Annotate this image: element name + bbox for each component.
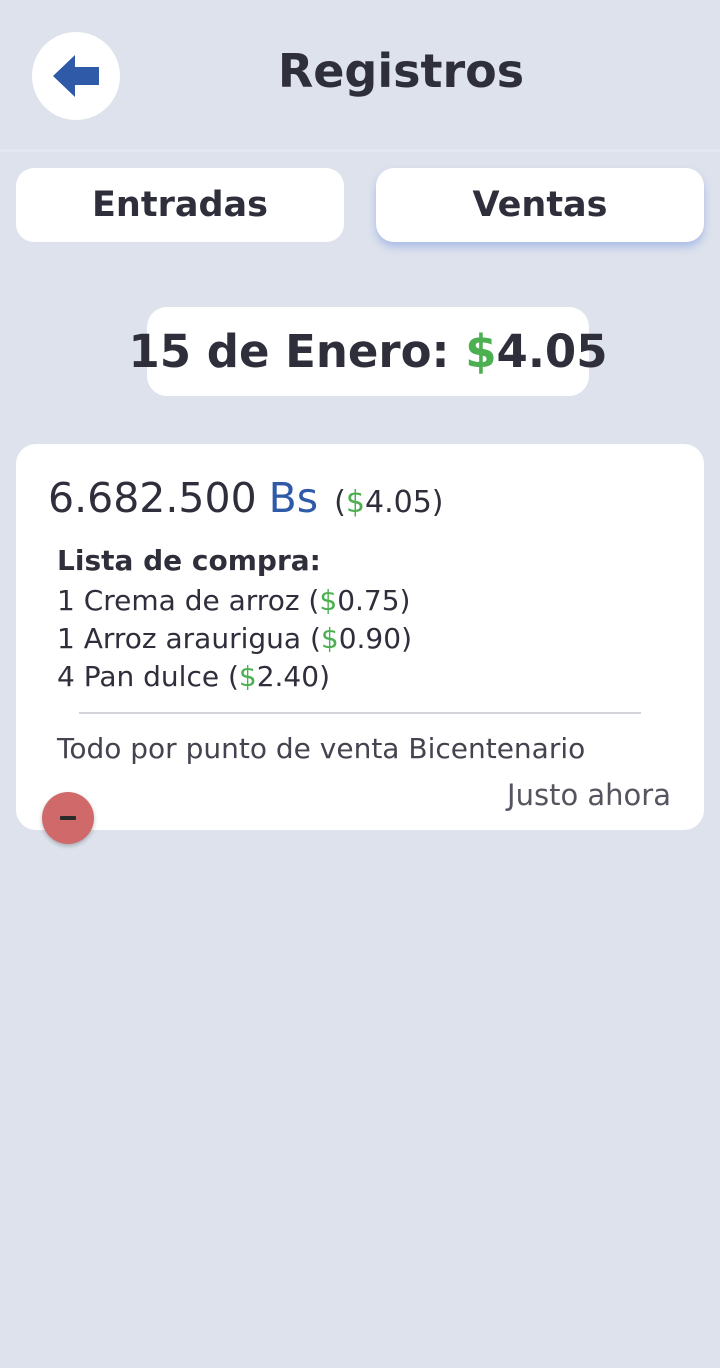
summary-date-label: 15 de Enero: <box>128 325 450 378</box>
usd-close-paren: ) <box>431 485 444 520</box>
amount-row: 6.682.500 Bs ($4.05) <box>48 474 444 522</box>
dollar-symbol: $ <box>319 584 338 617</box>
dollar-symbol: $ <box>465 325 497 378</box>
list-item: 1 Crema de arroz ($0.75) <box>57 582 412 620</box>
app-header: Registros <box>0 0 720 152</box>
item-price: 2.40 <box>256 660 320 693</box>
sale-note: Todo por punto de venta Bicentenario <box>57 732 586 765</box>
divider <box>79 712 641 714</box>
tab-ventas[interactable]: Ventas <box>376 168 704 242</box>
item-text: 1 Crema de arroz ( <box>57 584 320 617</box>
item-text: 4 Pan dulce ( <box>57 660 239 693</box>
item-close-paren: ) <box>399 584 411 617</box>
sale-record-card: 6.682.500 Bs ($4.05) Lista de compra: 1 … <box>16 444 704 830</box>
item-close-paren: ) <box>319 660 330 693</box>
usd-value: 4.05 <box>364 485 432 520</box>
usd-open-paren: ( <box>334 485 346 520</box>
summary-total: 4.05 <box>496 325 608 378</box>
page-title: Registros <box>277 44 525 98</box>
shopping-list-title: Lista de compra: <box>57 544 321 577</box>
item-text: 1 Arroz araurigua ( <box>57 622 321 655</box>
amount-usd: ($4.05) <box>334 485 443 520</box>
tab-entradas[interactable]: Entradas <box>16 168 344 242</box>
daily-total-summary: 15 de Enero: $4.05 <box>128 307 608 396</box>
amount-bs: 6.682.500 <box>48 474 257 522</box>
delete-record-button[interactable] <box>42 792 94 844</box>
dollar-symbol: $ <box>238 660 257 693</box>
shopping-list: 1 Crema de arroz ($0.75) 1 Arroz araurig… <box>57 582 412 696</box>
item-price: 0.75 <box>337 584 400 617</box>
minus-icon <box>60 816 76 820</box>
item-close-paren: ) <box>401 622 412 655</box>
bs-currency-label: Bs <box>268 474 319 522</box>
list-item: 4 Pan dulce ($2.40) <box>57 658 412 696</box>
dollar-symbol: $ <box>345 485 365 520</box>
timestamp: Justo ahora <box>507 778 671 812</box>
list-item: 1 Arroz araurigua ($0.90) <box>57 620 412 658</box>
dollar-symbol: $ <box>320 622 339 655</box>
item-price: 0.90 <box>338 622 402 655</box>
